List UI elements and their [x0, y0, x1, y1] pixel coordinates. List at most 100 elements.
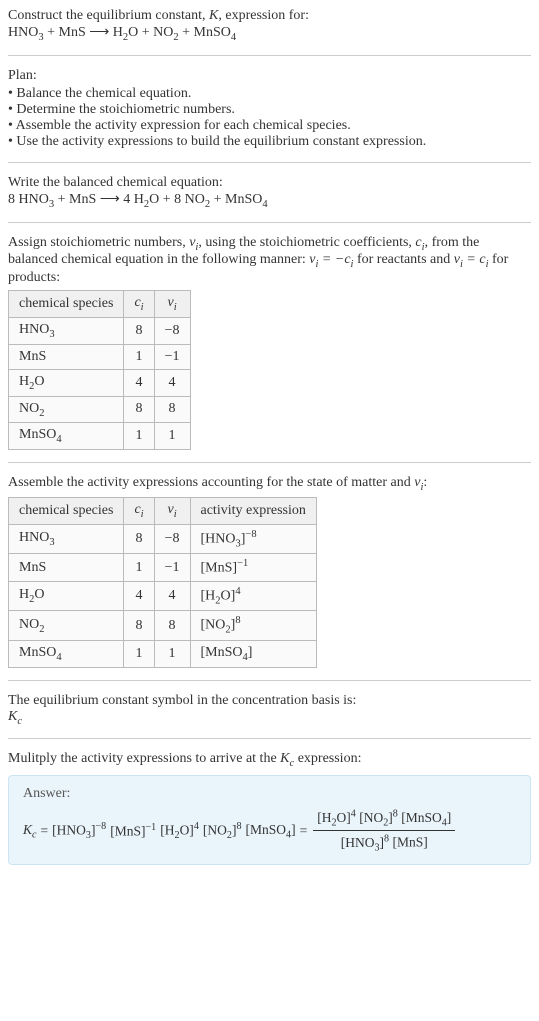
col-ci: ci: [124, 497, 154, 524]
ci-symbol: ci: [415, 235, 424, 250]
table-row: HNO38−8[HNO3]−8: [9, 524, 317, 553]
term: [NO2]8: [359, 810, 398, 825]
term: [MnSO4]: [246, 822, 296, 841]
kc-symbol: Kc: [280, 751, 294, 766]
kc-expression: Kc = [HNO3]−8 [MnS]−1 [H2O]4 [NO2]8 [MnS…: [23, 808, 516, 853]
cell-species: MnSO4: [9, 423, 124, 450]
term: [HNO3]−8: [52, 821, 106, 841]
cell-ci: 1: [124, 554, 154, 582]
table-header-row: chemical species ci νi: [9, 291, 191, 318]
kc-symbol-section: The equilibrium constant symbol in the c…: [8, 693, 531, 727]
plan-item: Balance the chemical equation.: [8, 86, 531, 102]
cell-ci: 8: [124, 524, 154, 553]
table-row: MnSO411[MnSO4]: [9, 640, 317, 667]
col-activity: activity expression: [190, 497, 316, 524]
plan-list: Balance the chemical equation. Determine…: [8, 86, 531, 150]
activity-label: :: [423, 475, 427, 490]
term: [NO2]8: [203, 821, 242, 841]
stoich-text: for reactants and: [353, 252, 453, 267]
cell-activity: [MnSO4]: [190, 640, 316, 667]
term: [MnS]: [392, 835, 427, 850]
cell-ci: 8: [124, 317, 154, 344]
table-row: MnSO411: [9, 423, 191, 450]
cell-ci: 1: [124, 423, 154, 450]
table-row: MnS1−1[MnS]−1: [9, 554, 317, 582]
divider: [8, 162, 531, 163]
cell-nu: 8: [154, 396, 190, 423]
answer-label: Answer:: [23, 786, 516, 802]
divider: [8, 222, 531, 223]
cell-species: NO2: [9, 611, 124, 640]
nu-symbol: νi: [189, 235, 198, 250]
multiply-label: expression:: [294, 751, 361, 766]
plan-section: Plan: Balance the chemical equation. Det…: [8, 68, 531, 150]
cell-species: MnS: [9, 344, 124, 369]
plan-item: Determine the stoichiometric numbers.: [8, 102, 531, 118]
cell-activity: [H2O]4: [190, 581, 316, 610]
title-suffix: , expression for:: [218, 8, 309, 23]
cell-ci: 1: [124, 640, 154, 667]
term: [MnSO4]: [401, 810, 451, 825]
cell-nu: −1: [154, 554, 190, 582]
term: [H2O]4: [160, 821, 199, 841]
divider: [8, 462, 531, 463]
col-species: chemical species: [9, 291, 124, 318]
cell-species: HNO3: [9, 317, 124, 344]
equals: =: [41, 823, 49, 839]
cell-activity: [NO2]8: [190, 611, 316, 640]
col-species: chemical species: [9, 497, 124, 524]
equals: =: [300, 823, 308, 839]
term: [H2O]4: [317, 810, 356, 825]
plan-item: Assemble the activity expression for eac…: [8, 118, 531, 134]
cell-activity: [MnS]−1: [190, 554, 316, 582]
stoich-text: Assign stoichiometric numbers,: [8, 235, 189, 250]
rel2: νi = ci: [454, 252, 489, 267]
multiply-label: Mulitply the activity expressions to arr…: [8, 751, 280, 766]
col-nu: νi: [154, 291, 190, 318]
plan-item: Use the activity expressions to build th…: [8, 134, 531, 150]
kc-symbol: Kc: [8, 709, 22, 724]
cell-nu: 4: [154, 369, 190, 396]
cell-species: H2O: [9, 369, 124, 396]
cell-species: MnS: [9, 554, 124, 582]
balanced-section: Write the balanced chemical equation: 8 …: [8, 175, 531, 210]
table-row: H2O44[H2O]4: [9, 581, 317, 610]
table-row: HNO38−8: [9, 317, 191, 344]
cell-activity: [HNO3]−8: [190, 524, 316, 553]
fraction-numerator: [H2O]4 [NO2]8 [MnSO4]: [313, 808, 455, 831]
stoich-table: chemical species ci νi HNO38−8 MnS1−1 H2…: [8, 290, 191, 450]
col-ci: ci: [124, 291, 154, 318]
term: [HNO3]8: [341, 835, 389, 850]
activity-table: chemical species ci νi activity expressi…: [8, 497, 317, 668]
cell-nu: −8: [154, 524, 190, 553]
unbalanced-equation: HNO3 + MnS ⟶ H2O + NO2 + MnSO4: [8, 25, 236, 40]
table-row: H2O44: [9, 369, 191, 396]
cell-nu: 1: [154, 640, 190, 667]
fraction: [H2O]4 [NO2]8 [MnSO4] [HNO3]8 [MnS]: [313, 808, 455, 853]
cell-ci: 1: [124, 344, 154, 369]
table-row: MnS1−1: [9, 344, 191, 369]
prompt-header: Construct the equilibrium constant, K, e…: [8, 8, 531, 43]
rel1: νi = −ci: [309, 252, 353, 267]
activity-label: Assemble the activity expressions accoun…: [8, 475, 414, 490]
cell-nu: 4: [154, 581, 190, 610]
divider: [8, 680, 531, 681]
cell-species: NO2: [9, 396, 124, 423]
balanced-equation: 8 HNO3 + MnS ⟶ 4 H2O + 8 NO2 + MnSO4: [8, 192, 268, 207]
kc-symbol-label: The equilibrium constant symbol in the c…: [8, 693, 356, 708]
col-nu: νi: [154, 497, 190, 524]
plan-label: Plan:: [8, 68, 37, 83]
term: [MnS]−1: [110, 822, 156, 840]
table-header-row: chemical species ci νi activity expressi…: [9, 497, 317, 524]
table-row: NO288[NO2]8: [9, 611, 317, 640]
kc-symbol: Kc: [23, 822, 37, 841]
cell-nu: −8: [154, 317, 190, 344]
activity-section: Assemble the activity expressions accoun…: [8, 475, 531, 667]
cell-nu: −1: [154, 344, 190, 369]
cell-ci: 8: [124, 396, 154, 423]
cell-ci: 4: [124, 581, 154, 610]
cell-ci: 4: [124, 369, 154, 396]
cell-species: H2O: [9, 581, 124, 610]
cell-nu: 1: [154, 423, 190, 450]
balanced-label: Write the balanced chemical equation:: [8, 175, 223, 190]
